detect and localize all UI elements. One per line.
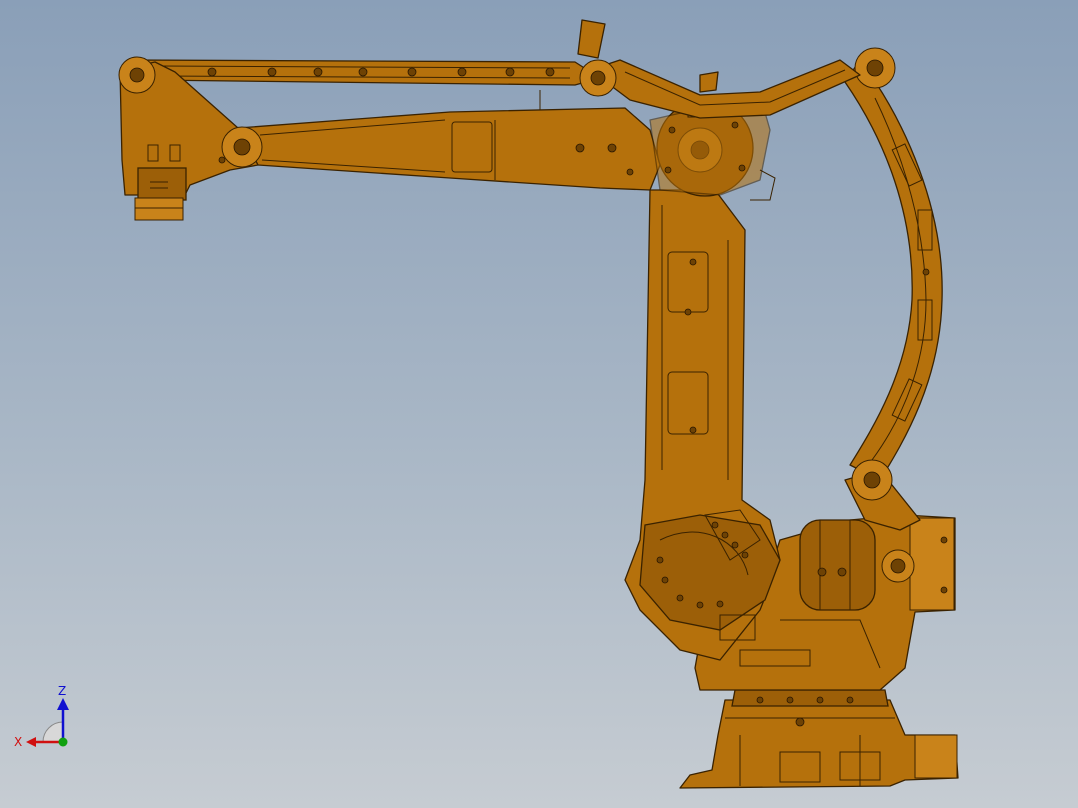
robot-model[interactable]: [0, 0, 1078, 808]
robot-base[interactable]: [679, 689, 959, 789]
model-viewport[interactable]: [0, 0, 1078, 808]
orientation-triad: Z X: [10, 684, 80, 754]
z-axis-label: Z: [58, 684, 66, 698]
lower-arm[interactable]: [624, 189, 781, 661]
rear-parallel-link[interactable]: [844, 47, 943, 531]
top-parallel-bar[interactable]: [134, 19, 861, 119]
x-axis-label: X: [14, 735, 22, 749]
y-axis-dot-icon: [58, 737, 68, 747]
